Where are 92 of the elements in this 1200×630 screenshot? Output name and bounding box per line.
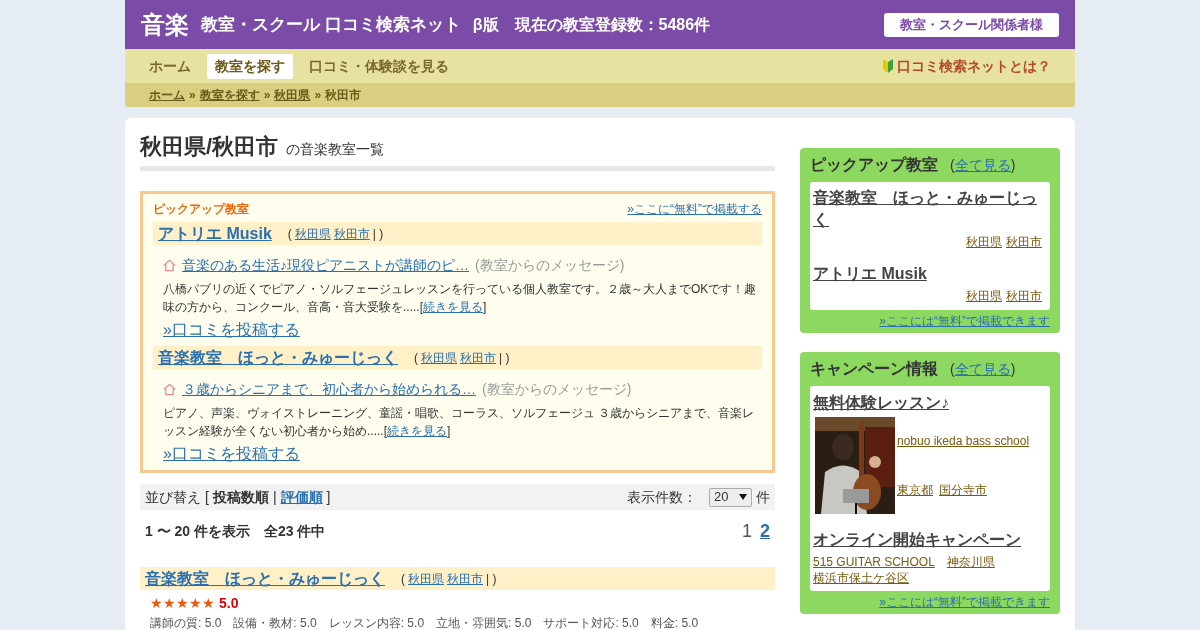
breadcrumb-current: 秋田市: [325, 87, 362, 104]
beginner-mark-icon: [883, 59, 893, 73]
sort-option[interactable]: 評価順: [280, 486, 323, 508]
house-icon: [163, 383, 176, 396]
star-icon: ★: [176, 593, 189, 614]
city-link[interactable]: 秋田市: [333, 224, 370, 243]
location-paren: | ): [372, 225, 384, 243]
city-link[interactable]: 秋田市: [1006, 233, 1042, 251]
view-all-link[interactable]: 全て見る: [954, 359, 1011, 380]
post-review-link[interactable]: »口コミを投稿する: [153, 442, 300, 466]
prefecture-link[interactable]: 秋田県: [966, 233, 1002, 251]
free-listing-link[interactable]: »ここに“無料”で掲載する: [627, 200, 762, 218]
city-link[interactable]: 秋田市: [460, 348, 496, 367]
breadcrumb-link[interactable]: ホーム: [149, 86, 185, 104]
city-link[interactable]: 秋田市: [1006, 287, 1042, 305]
registration-count: 現在の教室登録数：5486件: [514, 14, 711, 35]
pickup-heading: ピックアップ教室: [153, 201, 249, 218]
city-link[interactable]: 横浜市保土ケ谷区: [813, 571, 909, 585]
page-title: 秋田県/秋田市: [140, 133, 279, 161]
paren: (: [950, 360, 955, 379]
prefecture-link[interactable]: 秋田県: [294, 224, 331, 243]
nav-tab[interactable]: 教室を探す: [207, 53, 293, 79]
school-staff-button[interactable]: 教室・スクール関係者様: [884, 12, 1059, 37]
school-name-link[interactable]: 音楽教室 ほっと・みゅーじっく: [145, 566, 385, 591]
paren: ): [1010, 360, 1016, 379]
prefecture-link[interactable]: 秋田県: [421, 348, 457, 367]
bracket: ]: [326, 487, 331, 507]
location-paren: (: [401, 570, 405, 588]
nav-tab[interactable]: ホーム: [141, 53, 199, 79]
per-page-label: 表示件数：: [627, 487, 697, 507]
bracket: [: [205, 487, 209, 507]
prefecture-link[interactable]: 秋田県: [408, 569, 444, 588]
message-note: (教室からのメッセージ): [475, 256, 625, 275]
separator: |: [272, 487, 277, 507]
message-note: (教室からのメッセージ): [482, 380, 632, 399]
school-name-link[interactable]: 音楽教室 ほっと・みゅーじっく: [813, 187, 1047, 231]
sort-label: 並び替え: [145, 487, 201, 507]
per-page-select[interactable]: 20: [709, 487, 752, 507]
site-logo: 音楽: [141, 9, 189, 40]
free-listing-link[interactable]: »ここには“無料”で掲載できます: [879, 593, 1050, 611]
message-link[interactable]: ３歳からシニアまで、初心者から始められる…: [182, 379, 476, 400]
page-subtitle: の音楽教室一覧: [286, 140, 385, 159]
city-link[interactable]: 秋田市: [447, 569, 483, 588]
city-link[interactable]: 国分寺市: [939, 480, 987, 499]
breadcrumb-link[interactable]: 教室を探す: [199, 86, 260, 104]
school-name-link[interactable]: アトリエ Musik: [813, 263, 1047, 285]
beta-label: β版: [472, 14, 499, 35]
caret-icon: [739, 494, 747, 500]
campaign-title-link[interactable]: 無料体験レッスン♪: [813, 391, 949, 415]
page-link[interactable]: 2: [760, 518, 770, 545]
breadcrumb-separator: »: [314, 87, 322, 104]
post-review-link[interactable]: »口コミを投稿する: [153, 318, 300, 342]
site-title: 教室・スクール 口コミ検索ネット: [201, 13, 461, 36]
school-description: ピアノ、声楽、ヴォイストレーニング、童謡・唱歌、コーラス、ソルフェージュ ３歳からシニアまで、音楽レッスン経験が全くない初心者から始め.....[続きを見る]: [162, 405, 756, 440]
read-more-link[interactable]: 続きを見る: [387, 424, 447, 438]
location-paren: (: [287, 225, 292, 243]
per-page-unit: 件: [756, 487, 770, 507]
school-name-link[interactable]: 音楽教室 ほっと・みゅーじっく: [158, 345, 398, 370]
rating-score: 5.0: [219, 594, 239, 613]
breadcrumb-link[interactable]: 秋田県: [274, 86, 311, 104]
school-link[interactable]: nobuo ikeda bass school: [897, 432, 1030, 451]
read-more-link[interactable]: 続きを見る: [423, 300, 483, 314]
location-paren: (: [414, 349, 418, 367]
about-link[interactable]: 口コミ検索ネットとは？: [883, 55, 1051, 77]
rating-breakdown: 講師の質: 5.0 設備・教材: 5.0 レッスン内容: 5.0 立地・雰囲気: 5.0 サポート対応: 5.0 料金: 5.0: [149, 615, 700, 630]
house-icon: [163, 259, 176, 272]
section-title: キャンペーン情報: [810, 359, 938, 379]
location-paren: | ): [486, 570, 497, 588]
school-name-link[interactable]: アトリエ Musik: [158, 221, 272, 246]
free-listing-link[interactable]: »ここには“無料”で掲載できます: [879, 312, 1050, 330]
school-link[interactable]: 515 GUITAR SCHOOL: [813, 555, 935, 569]
location-paren: | ): [499, 349, 510, 367]
view-all-link[interactable]: 全て見る: [954, 155, 1011, 176]
campaign-title-link[interactable]: オンライン開始キャンペーン: [813, 528, 1021, 552]
prefecture-link[interactable]: 秋田県: [966, 287, 1002, 305]
breadcrumb-separator: »: [189, 87, 196, 104]
page-link[interactable]: 1: [741, 518, 752, 545]
prefecture-link[interactable]: 東京都: [897, 480, 933, 499]
star-icon: ★: [189, 593, 202, 614]
paren: (: [950, 156, 955, 175]
nav-tab[interactable]: 口コミ・体験談を見る: [301, 53, 457, 79]
prefecture-link[interactable]: 神奈川県: [946, 555, 995, 569]
result-summary: 1 〜 20 件を表示 全23 件中: [145, 522, 326, 541]
paren: ): [1010, 156, 1016, 175]
star-icon: ★: [202, 593, 215, 614]
sort-option[interactable]: 投稿数順: [212, 486, 269, 508]
star-icon: ★: [150, 593, 163, 614]
breadcrumb-separator: »: [263, 87, 271, 104]
message-link[interactable]: 音楽のある生活♪現役ピアニストが講師のピ…: [182, 255, 469, 276]
star-icon: ★: [163, 593, 176, 614]
school-description: 八橋パブリの近くでピアノ・ソルフェージュレッスンを行っている個人教室です。２歳～大人までOKです！趣味の方から、コンクール、音高・音大受験を.....[続きを見る]: [162, 281, 758, 316]
section-title: ピックアップ教室: [810, 155, 938, 175]
